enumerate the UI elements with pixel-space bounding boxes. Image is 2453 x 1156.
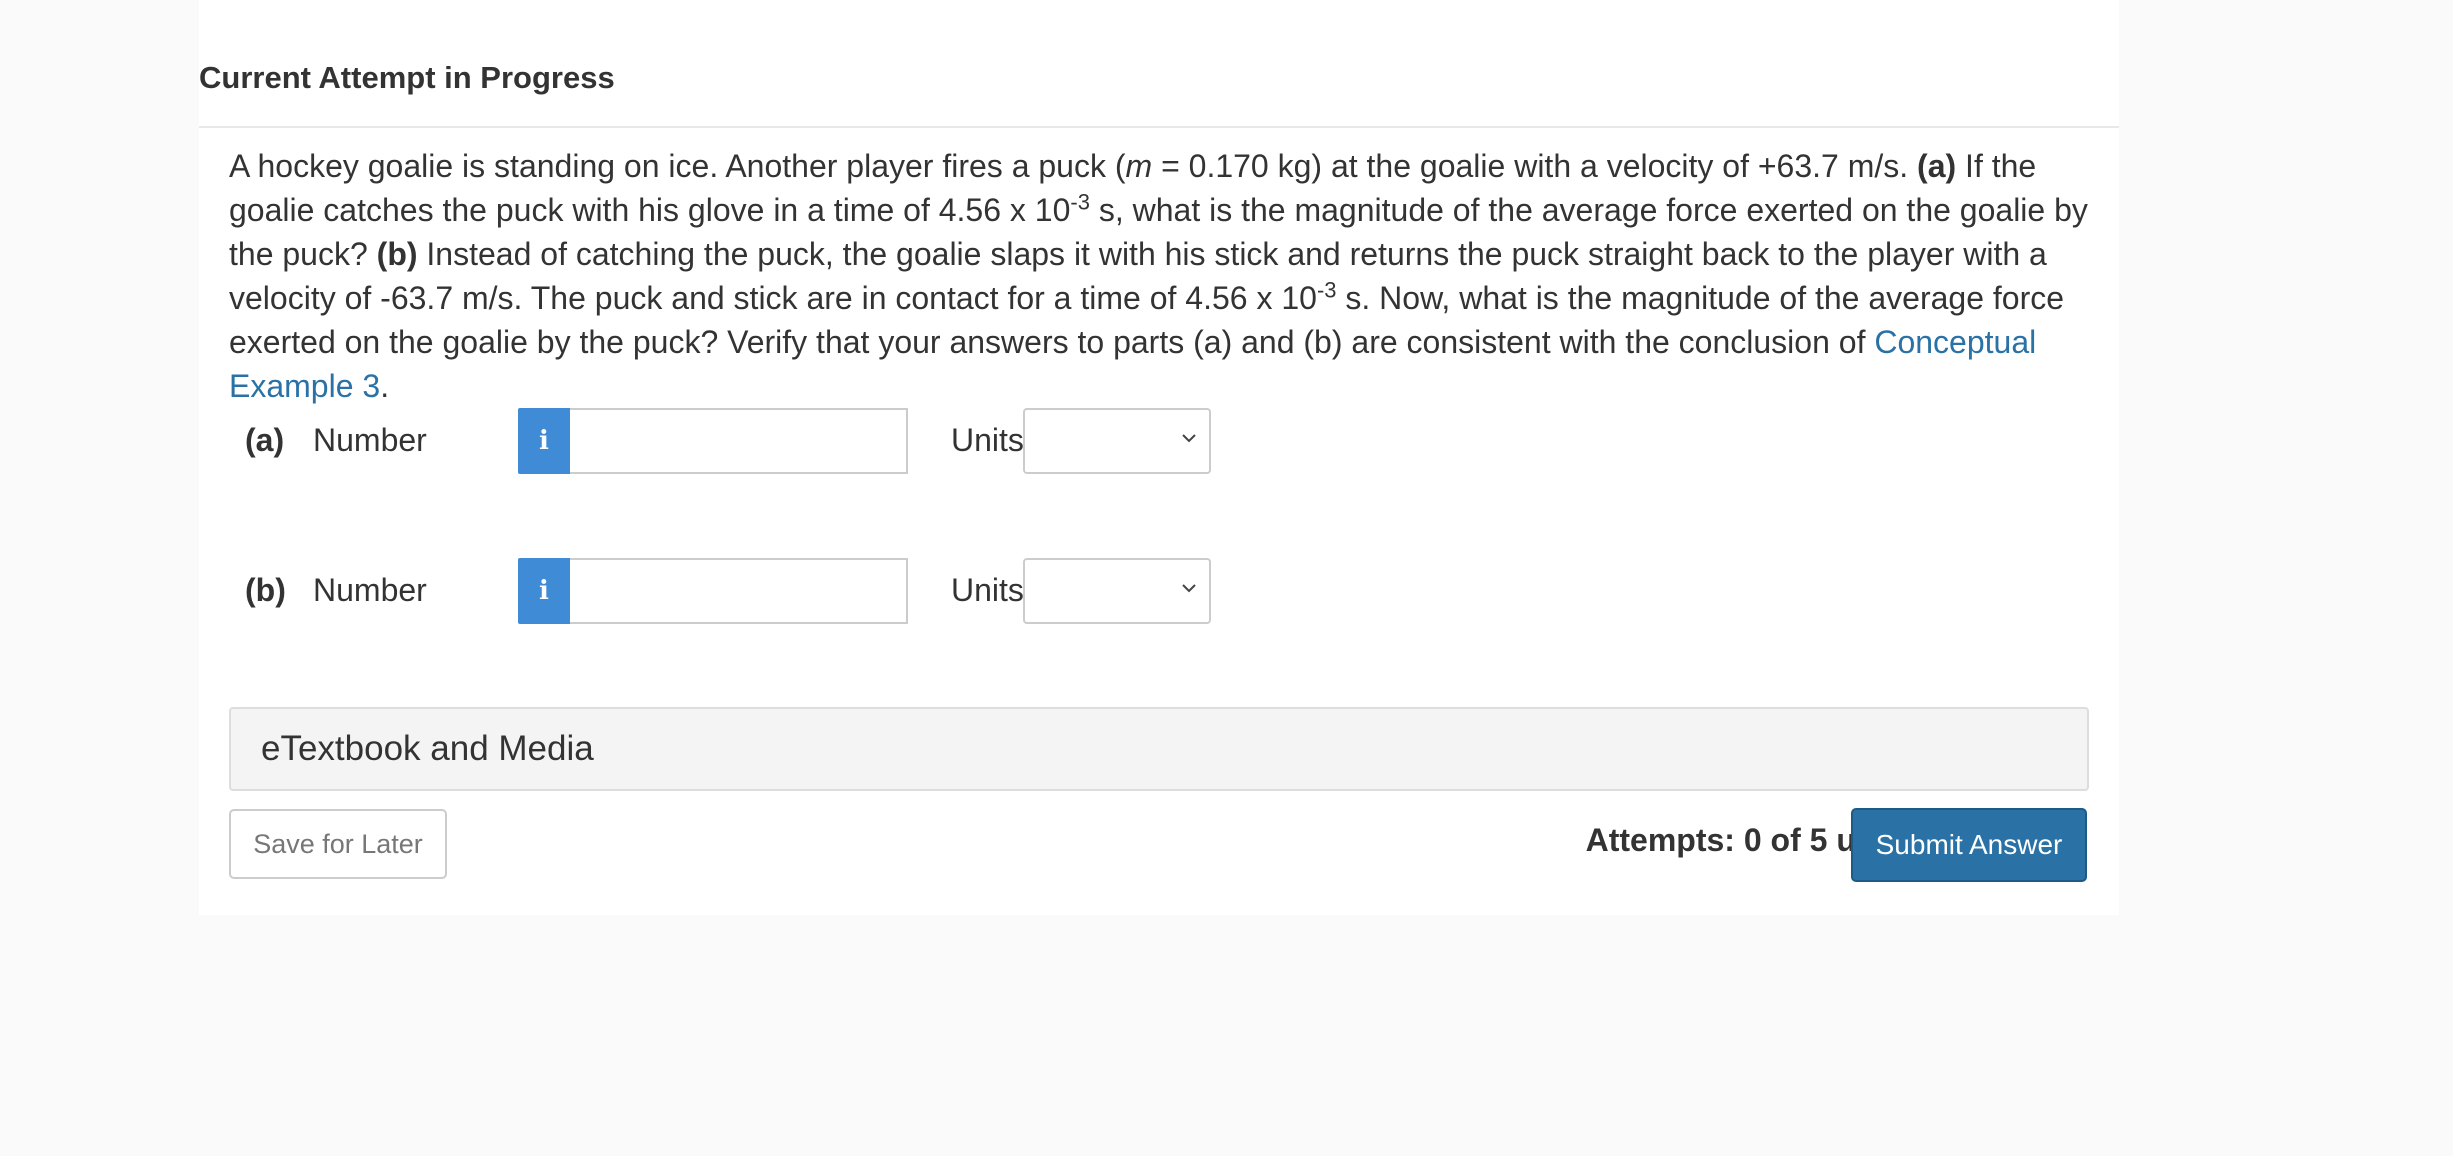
question-seg-7: .: [380, 368, 390, 404]
info-button[interactable]: i: [518, 408, 570, 474]
submit-answer-button[interactable]: Submit Answer: [1851, 808, 2087, 882]
mass-symbol: m: [1125, 148, 1153, 184]
etextbook-media-label: eTextbook and Media: [261, 729, 594, 768]
part-label: (a): [245, 422, 285, 458]
part-a-marker: (a): [1917, 148, 1957, 184]
header-divider: [199, 126, 2119, 128]
question-card: Current Attempt in Progress A hockey goa…: [199, 0, 2119, 915]
units-select-b[interactable]: [1023, 558, 1211, 624]
save-for-later-button[interactable]: Save for Later: [229, 809, 447, 879]
number-input-a[interactable]: [570, 408, 908, 474]
etextbook-media-panel[interactable]: eTextbook and Media: [229, 707, 2089, 791]
answer-row-b: (b) Number i Units: [245, 558, 1245, 624]
number-label: Number: [313, 422, 427, 458]
units-label: Units: [951, 422, 1024, 458]
info-icon: i: [539, 426, 549, 456]
answer-row-a: (a) Number i Units: [245, 408, 1245, 474]
exponent-1: -3: [1070, 189, 1090, 215]
info-button[interactable]: i: [518, 558, 570, 624]
chevron-down-icon: [1182, 584, 1196, 593]
part-label: (b): [245, 572, 286, 608]
exponent-2: -3: [1316, 277, 1337, 303]
units-select-a[interactable]: [1023, 408, 1211, 474]
question-seg-2: = 0.170 kg) at the goalie with a velocit…: [1152, 148, 1918, 184]
units-label: Units: [951, 572, 1024, 608]
info-icon: i: [539, 576, 549, 606]
question-text: A hockey goalie is standing on ice. Anot…: [229, 144, 2109, 408]
part-b-marker: (b): [376, 236, 418, 272]
chevron-down-icon: [1182, 434, 1196, 443]
number-label: Number: [313, 572, 427, 608]
question-seg-1: A hockey goalie is standing on ice. Anot…: [229, 148, 1126, 184]
page-title: Current Attempt in Progress: [199, 60, 615, 95]
number-input-b[interactable]: [570, 558, 908, 624]
